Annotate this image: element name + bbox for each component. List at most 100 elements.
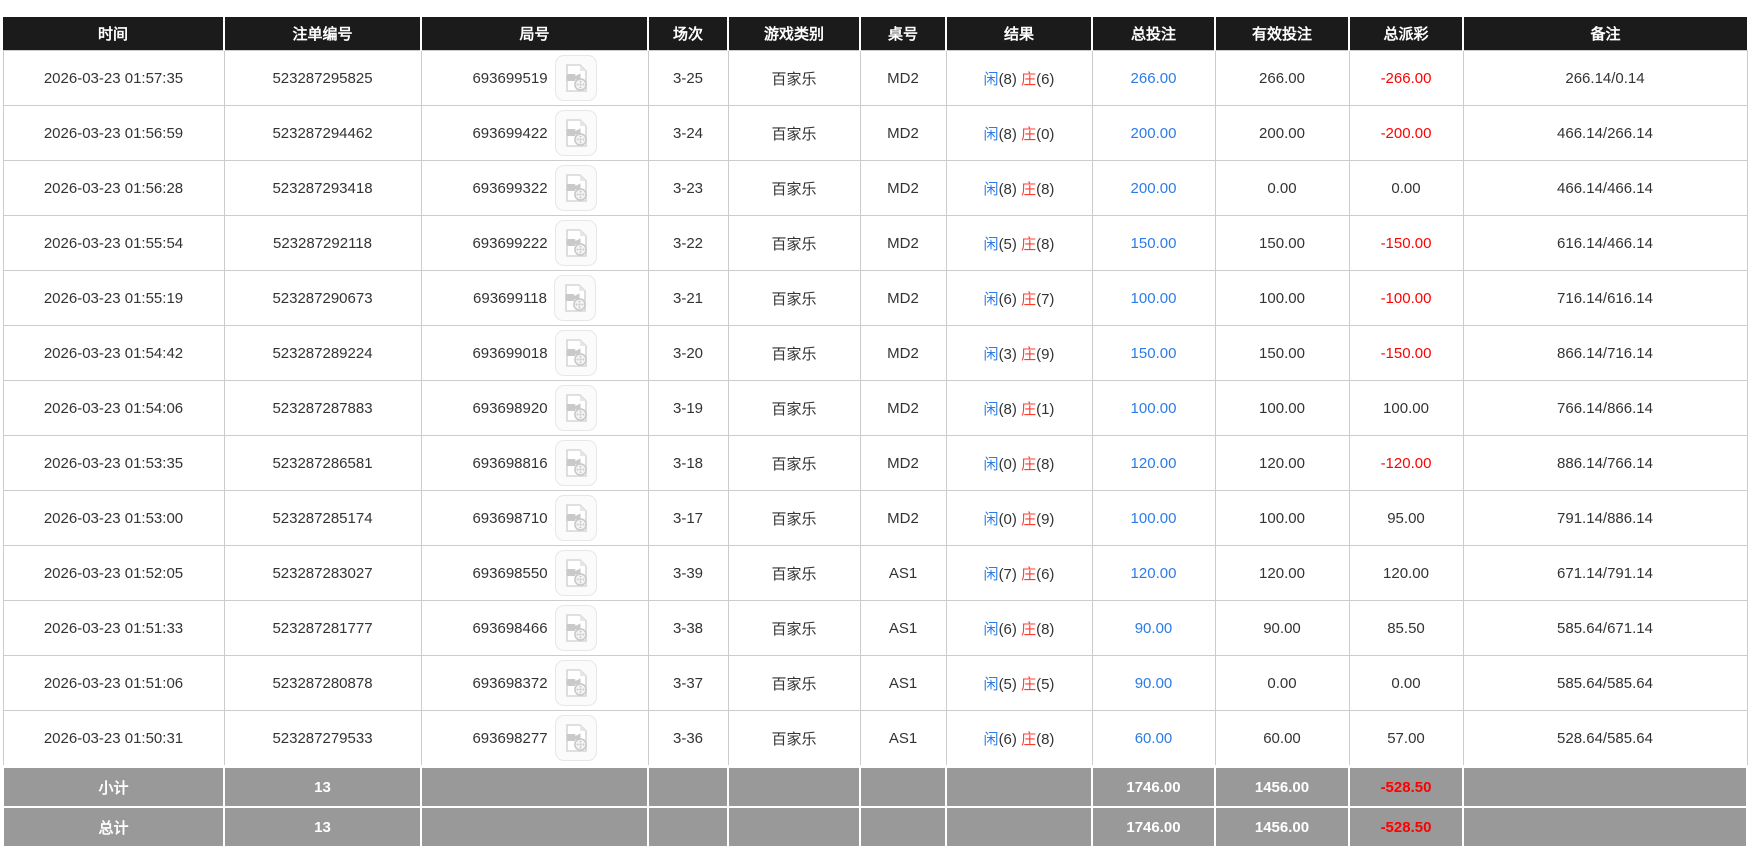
table-row: 2026-03-23 01:55:19 523287290673 6936991…	[2, 270, 1748, 326]
total-bet-link[interactable]: 150.00	[1131, 235, 1177, 252]
valid-bet: 100.00	[1214, 490, 1350, 546]
total-bet-link[interactable]: 90.00	[1135, 675, 1173, 692]
summary-row: 小计 13 1746.00 1456.00 -528.50	[2, 765, 1748, 808]
table-number: AS1	[859, 600, 947, 656]
total-payout: -150.00	[1348, 325, 1464, 381]
video-replay-icon[interactable]	[554, 550, 597, 596]
player-score: (8)	[998, 125, 1017, 143]
remark: 528.64/585.64	[1462, 710, 1748, 767]
table-row: 2026-03-23 01:56:28 523287293418 6936993…	[2, 160, 1748, 216]
game-result: 闲(8) 庄(6)	[945, 50, 1093, 106]
table-number: MD2	[859, 105, 947, 161]
banker-result-label: 庄	[1021, 290, 1037, 308]
total-bet: 120.00	[1091, 545, 1216, 601]
remark: 266.14/0.14	[1462, 50, 1748, 106]
total-bet-link[interactable]: 90.00	[1135, 620, 1173, 637]
player-result-label: 闲	[983, 565, 999, 583]
bet-time: 2026-03-23 01:54:42	[2, 325, 225, 381]
game-result: 闲(7) 庄(6)	[945, 545, 1093, 601]
video-replay-icon[interactable]	[554, 715, 597, 761]
remark: 466.14/466.14	[1462, 160, 1748, 216]
table-row: 2026-03-23 01:51:33 523287281777 6936984…	[2, 600, 1748, 656]
table-number: MD2	[859, 380, 947, 436]
round-number: 693699118	[473, 289, 547, 307]
round-number: 693698277	[472, 729, 548, 747]
table-row: 2026-03-23 01:55:54 523287292118 6936992…	[2, 215, 1748, 271]
total-payout: 95.00	[1348, 490, 1464, 546]
column-header-table_no: 桌号	[859, 17, 946, 51]
summary-payout: -528.50	[1348, 765, 1464, 808]
player-result-label: 闲	[983, 400, 999, 418]
remark: 766.14/866.14	[1462, 380, 1748, 436]
video-replay-icon[interactable]	[554, 55, 597, 101]
table-row: 2026-03-23 01:52:05 523287283027 6936985…	[2, 545, 1748, 601]
session-number: 3-23	[647, 160, 729, 216]
banker-result-label: 庄	[1021, 400, 1037, 418]
game-type: 百家乐	[727, 545, 861, 601]
video-replay-icon[interactable]	[554, 495, 597, 541]
player-score: (8)	[998, 400, 1017, 418]
round-cell: 693699222	[420, 215, 649, 271]
total-bet-link[interactable]: 100.00	[1131, 290, 1177, 307]
bet-number: 523287290673	[223, 270, 422, 326]
total-bet-link[interactable]: 100.00	[1131, 400, 1177, 417]
player-result-label: 闲	[983, 70, 999, 88]
table-number: MD2	[859, 160, 947, 216]
video-replay-icon[interactable]	[554, 220, 597, 266]
valid-bet: 200.00	[1214, 105, 1350, 161]
game-result: 闲(0) 庄(9)	[945, 490, 1093, 546]
bet-time: 2026-03-23 01:51:06	[2, 655, 225, 711]
banker-result-label: 庄	[1021, 125, 1037, 143]
total-bet-link[interactable]: 200.00	[1131, 180, 1177, 197]
game-type: 百家乐	[727, 270, 861, 326]
remark: 585.64/671.14	[1462, 600, 1748, 656]
game-type: 百家乐	[727, 160, 861, 216]
game-result: 闲(8) 庄(8)	[945, 160, 1093, 216]
video-replay-icon[interactable]	[554, 660, 597, 706]
banker-score: (8)	[1036, 455, 1055, 473]
table-number: MD2	[859, 435, 947, 491]
column-header-bet_no: 注单编号	[223, 17, 421, 51]
bet-time: 2026-03-23 01:56:59	[2, 105, 225, 161]
video-replay-icon[interactable]	[554, 605, 597, 651]
round-cell: 693699519	[420, 50, 649, 106]
round-cell: 693698466	[420, 600, 649, 656]
table-number: AS1	[859, 655, 947, 711]
video-replay-icon[interactable]	[554, 110, 597, 156]
total-bet: 120.00	[1091, 435, 1216, 491]
session-number: 3-19	[647, 380, 729, 436]
video-replay-icon[interactable]	[553, 275, 596, 321]
total-bet: 150.00	[1091, 215, 1216, 271]
banker-score: (8)	[1036, 730, 1055, 748]
total-bet-link[interactable]: 150.00	[1131, 345, 1177, 362]
total-bet-link[interactable]: 266.00	[1131, 70, 1177, 87]
bet-time: 2026-03-23 01:52:05	[2, 545, 225, 601]
table-row: 2026-03-23 01:53:35 523287286581 6936988…	[2, 435, 1748, 491]
video-replay-icon[interactable]	[554, 330, 597, 376]
round-number: 693698466	[472, 619, 548, 637]
total-bet-link[interactable]: 60.00	[1135, 730, 1173, 747]
video-replay-icon[interactable]	[554, 385, 597, 431]
column-header-game: 游戏类别	[727, 17, 860, 51]
table-header: 时间 注单编号 局号 场次 游戏类别 桌号 结果 总投注 有效投注 总派彩 备注	[3, 17, 1747, 51]
valid-bet: 0.00	[1214, 655, 1350, 711]
total-payout: -200.00	[1348, 105, 1464, 161]
total-bet-link[interactable]: 200.00	[1131, 125, 1177, 142]
total-bet-link[interactable]: 120.00	[1131, 565, 1177, 582]
session-number: 3-25	[647, 50, 729, 106]
video-replay-icon[interactable]	[554, 165, 597, 211]
game-type: 百家乐	[727, 600, 861, 656]
total-bet-link[interactable]: 100.00	[1131, 510, 1177, 527]
total-bet-link[interactable]: 120.00	[1131, 455, 1177, 472]
player-score: (8)	[998, 180, 1017, 198]
game-type: 百家乐	[727, 435, 861, 491]
summary-count: 13	[223, 806, 422, 848]
bet-number: 523287280878	[223, 655, 422, 711]
column-header-time: 时间	[3, 17, 224, 51]
banker-result-label: 庄	[1021, 345, 1037, 363]
video-replay-icon[interactable]	[554, 440, 597, 486]
total-payout: -120.00	[1348, 435, 1464, 491]
game-type: 百家乐	[727, 105, 861, 161]
total-payout: 0.00	[1348, 655, 1464, 711]
banker-result-label: 庄	[1021, 70, 1037, 88]
